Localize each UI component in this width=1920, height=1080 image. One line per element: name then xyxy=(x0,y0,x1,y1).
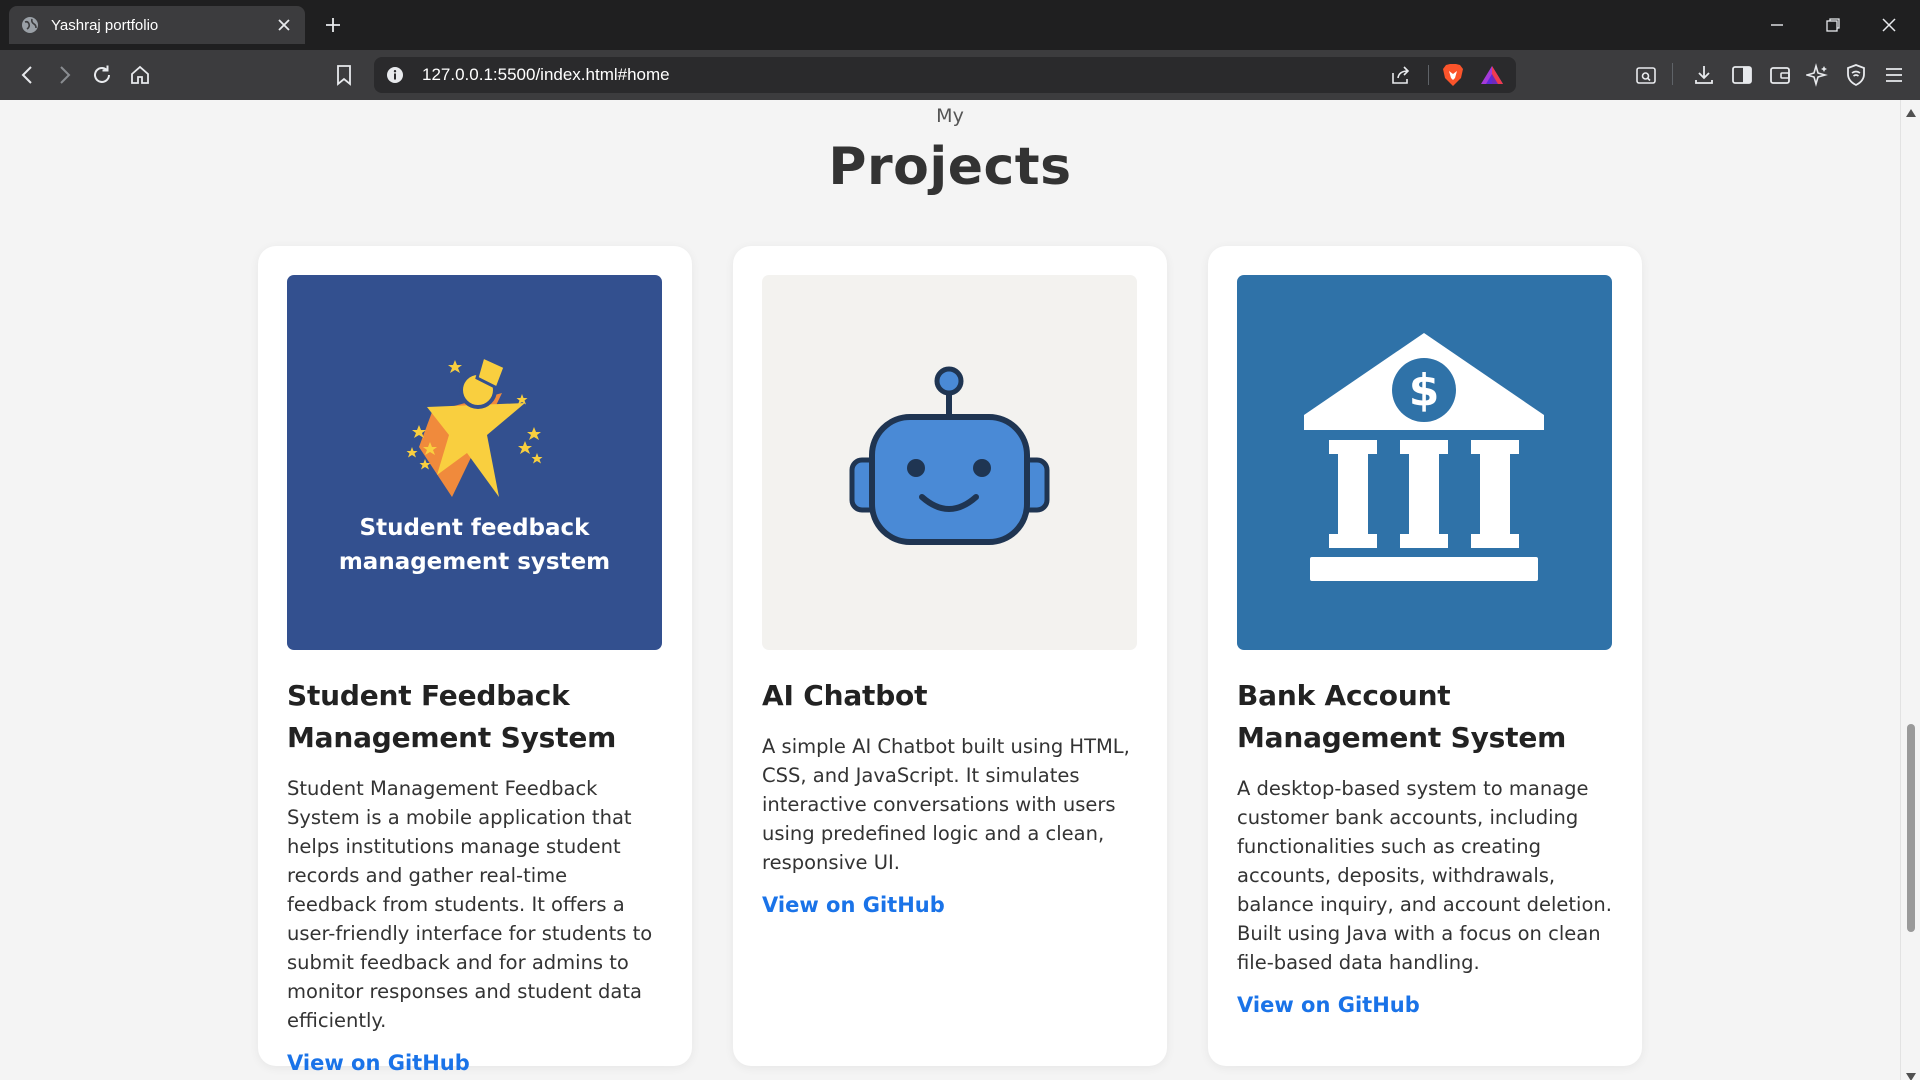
tab-strip: Yashraj portfolio xyxy=(0,0,1920,50)
tab-search-icon[interactable] xyxy=(1634,63,1658,87)
leo-ai-icon[interactable] xyxy=(1806,63,1830,87)
brave-rewards-icon[interactable] xyxy=(1480,64,1504,86)
page-viewport: My Projects Student feedback management … xyxy=(0,100,1900,1080)
project-description: Student Management Feedback System is a … xyxy=(287,777,653,1032)
view-on-github-link[interactable]: View on GitHub xyxy=(762,893,945,917)
project-image-caption: Student feedback management system xyxy=(338,515,611,575)
project-title: Bank Account Management System xyxy=(1237,679,1567,754)
home-icon[interactable] xyxy=(128,63,152,87)
close-window-icon[interactable] xyxy=(1878,14,1900,36)
bank-icon: $ xyxy=(1304,333,1544,581)
site-info-icon[interactable] xyxy=(386,66,404,84)
wallet-icon[interactable] xyxy=(1768,63,1792,87)
reload-icon[interactable] xyxy=(90,63,114,87)
view-on-github-link[interactable]: View on GitHub xyxy=(1237,993,1420,1017)
project-image xyxy=(762,275,1137,650)
toolbar-divider xyxy=(1672,63,1673,85)
project-image: Student feedback management system xyxy=(287,275,662,650)
omnibox-divider xyxy=(1428,65,1429,85)
sidebar-icon[interactable] xyxy=(1730,63,1754,87)
project-description: A simple AI Chatbot built using HTML, CS… xyxy=(762,735,1130,874)
browser-tab[interactable]: Yashraj portfolio xyxy=(9,6,305,44)
back-icon[interactable] xyxy=(16,63,40,87)
scroll-down-arrow-icon[interactable] xyxy=(1906,1068,1916,1080)
view-on-github-link[interactable]: View on GitHub xyxy=(287,1051,470,1075)
svg-text:$: $ xyxy=(1409,365,1440,416)
globe-icon xyxy=(21,16,39,34)
student-feedback-logo-icon xyxy=(406,354,543,497)
menu-icon[interactable] xyxy=(1882,63,1906,87)
bookmark-icon[interactable] xyxy=(332,63,356,87)
minimize-icon[interactable] xyxy=(1766,14,1788,36)
section-title: Projects xyxy=(828,137,1072,197)
tab-title: Yashraj portfolio xyxy=(51,16,159,34)
project-card-bank-account: $ Bank Account Management System A deskt… xyxy=(1208,246,1642,1066)
brave-shields-icon[interactable] xyxy=(1442,63,1464,87)
project-title: Student Feedback Management System xyxy=(287,679,617,754)
project-image: $ xyxy=(1237,275,1612,650)
scrollbar-thumb[interactable] xyxy=(1907,724,1915,932)
download-icon[interactable] xyxy=(1692,63,1716,87)
restore-icon[interactable] xyxy=(1822,14,1844,36)
robot-icon xyxy=(849,366,1050,545)
project-description: A desktop-based system to manage custome… xyxy=(1237,777,1612,974)
share-icon[interactable] xyxy=(1390,64,1412,86)
url-text: 127.0.0.1:5500/index.html#home xyxy=(422,65,670,84)
scroll-up-arrow-icon[interactable] xyxy=(1906,104,1916,117)
vpn-shield-icon[interactable] xyxy=(1844,63,1868,87)
browser-toolbar: 127.0.0.1:5500/index.html#home xyxy=(0,50,1920,100)
project-card-student-feedback: Student feedback management system Stude… xyxy=(258,246,692,1075)
section-pre-title: My xyxy=(936,105,964,127)
page-scrollbar[interactable] xyxy=(1900,100,1920,1080)
new-tab-button[interactable] xyxy=(322,14,344,36)
address-bar[interactable]: 127.0.0.1:5500/index.html#home xyxy=(374,57,1516,93)
close-tab-icon[interactable] xyxy=(275,16,293,34)
project-title: AI Chatbot xyxy=(762,679,928,712)
project-card-ai-chatbot: AI Chatbot A simple AI Chatbot built usi… xyxy=(733,246,1167,1066)
forward-icon[interactable] xyxy=(52,63,76,87)
